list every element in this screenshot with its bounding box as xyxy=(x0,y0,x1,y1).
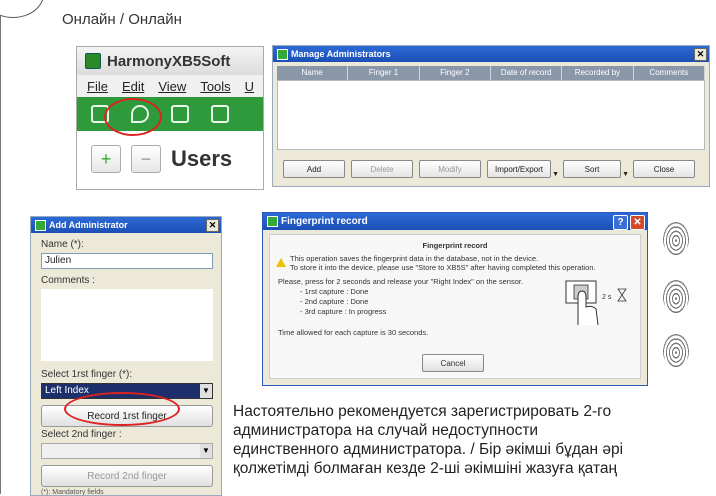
admins-table-header: Name Finger 1 Finger 2 Date of record Re… xyxy=(277,66,705,80)
fingerprint-heading: Fingerprint record xyxy=(422,241,488,250)
col-finger1[interactable]: Finger 1 xyxy=(348,66,420,80)
close-icon[interactable]: ✕ xyxy=(206,219,219,232)
warning-row: This operation saves the fingerprint dat… xyxy=(276,254,640,272)
window-buttons: ? ✕ xyxy=(613,215,645,230)
users-bar: + − Users xyxy=(77,131,263,173)
import-export-button[interactable]: Import/Export ▼ xyxy=(487,160,559,178)
paragraph-line-2: администратора на случай недоступности xyxy=(233,422,539,439)
highlight-ring-wrench xyxy=(104,98,162,136)
sort-label: Sort xyxy=(584,164,600,174)
name-label: Name (*): xyxy=(41,239,84,250)
window-icon xyxy=(267,216,278,227)
warning-text: This operation saves the fingerprint dat… xyxy=(290,254,596,272)
paragraph-line-3: единственного администратора. / Бір әкім… xyxy=(233,441,624,458)
manage-buttons: Add Delete Modify Import/Export ▼ Sort ▼ C… xyxy=(283,160,703,178)
dropdown-icon: ▼ xyxy=(552,171,559,178)
pointer-icon[interactable] xyxy=(171,105,189,123)
fingerprint-image-2 xyxy=(663,280,689,314)
record-second-finger-button[interactable]: Record 2nd finger xyxy=(41,465,213,487)
manage-title: Manage Administrators xyxy=(291,49,391,59)
app-icon xyxy=(85,53,101,69)
name-field[interactable]: Julien xyxy=(41,253,213,269)
close-icon[interactable]: ✕ xyxy=(694,48,707,61)
add-admin-title: Add Administrator xyxy=(49,220,128,230)
menu-bar: File Edit View Tools U xyxy=(77,75,263,97)
comments-label: Comments : xyxy=(41,275,95,286)
dropdown-icon: ▼ xyxy=(622,171,629,178)
add-user-button[interactable]: + xyxy=(91,145,121,173)
harmony-titlebar: HarmonyXB5Soft xyxy=(77,47,263,75)
first-finger-label: Select 1rst finger (*): xyxy=(41,369,133,380)
second-finger-select[interactable]: ▼ xyxy=(41,443,213,459)
window-icon xyxy=(35,219,46,231)
menu-edit[interactable]: Edit xyxy=(122,79,144,94)
device-icon[interactable] xyxy=(211,105,229,123)
first-finger-value: Left Index xyxy=(45,385,89,396)
highlight-ring-record xyxy=(64,392,180,426)
fingerprint-titlebar: Fingerprint record ? ✕ xyxy=(263,213,647,230)
add-button[interactable]: Add xyxy=(283,160,345,178)
help-icon[interactable]: ? xyxy=(613,215,628,230)
fingerprint-image-1 xyxy=(663,222,689,256)
instruction-paragraph: Настоятельно рекомендуется зарегистриров… xyxy=(233,402,713,478)
footnote: (*): Mandatory fields xyxy=(41,489,104,496)
time-note: Time allowed for each capture is 30 seco… xyxy=(278,328,429,337)
paragraph-line-1: Настоятельно рекомендуется зарегистриров… xyxy=(233,403,612,420)
sort-button[interactable]: Sort ▼ xyxy=(563,160,629,178)
col-date[interactable]: Date of record xyxy=(491,66,563,80)
delete-button[interactable]: Delete xyxy=(351,160,413,178)
comments-field[interactable] xyxy=(41,289,213,361)
col-name[interactable]: Name xyxy=(277,66,349,80)
add-admin-titlebar: Add Administrator ✕ xyxy=(31,217,221,233)
col-finger2[interactable]: Finger 2 xyxy=(420,66,491,80)
second-finger-label: Select 2nd finger : xyxy=(41,429,122,440)
close-icon[interactable]: ✕ xyxy=(630,215,645,230)
warning-line-2: To store it into the device, please use … xyxy=(290,263,596,272)
menu-view[interactable]: View xyxy=(158,79,186,94)
import-export-label: Import/Export xyxy=(494,164,543,174)
hourglass-icon xyxy=(617,288,627,302)
add-admin-window: Add Administrator ✕ Name (*): Julien Com… xyxy=(30,216,222,496)
cancel-button[interactable]: Cancel xyxy=(422,354,484,372)
col-recorded-by[interactable]: Recorded by xyxy=(562,66,634,80)
fingerprint-content: Fingerprint record This operation saves … xyxy=(269,234,641,379)
users-label: Users xyxy=(171,146,233,171)
fingerprint-window: Fingerprint record ? ✕ Fingerprint recor… xyxy=(262,212,648,386)
fingerprint-image-3 xyxy=(663,334,689,368)
chevron-down-icon: ▼ xyxy=(200,444,212,458)
menu-tools[interactable]: Tools xyxy=(200,79,230,94)
sensor-label: 2 s xyxy=(602,294,612,301)
section-title: Онлайн / Онлайн xyxy=(62,11,182,28)
chevron-down-icon: ▼ xyxy=(200,384,212,398)
modify-button[interactable]: Modify xyxy=(419,160,481,178)
manage-admins-window: Manage Administrators ✕ Name Finger 1 Fi… xyxy=(272,45,710,187)
sensor-illustration: 2 s xyxy=(565,280,627,326)
warning-line-1: This operation saves the fingerprint dat… xyxy=(290,254,539,263)
fingerprint-title: Fingerprint record xyxy=(281,216,368,227)
menu-u[interactable]: U xyxy=(245,79,254,94)
menu-file[interactable]: File xyxy=(87,79,108,94)
warning-icon xyxy=(276,258,286,267)
window-icon xyxy=(277,48,288,60)
app-title: HarmonyXB5Soft xyxy=(107,52,231,70)
paragraph-line-4: қолжетімді болмаған кезде 2-ші әкімшіні … xyxy=(233,460,618,477)
admins-table-body xyxy=(277,80,705,150)
manage-titlebar: Manage Administrators ✕ xyxy=(273,46,709,62)
remove-user-button[interactable]: − xyxy=(131,145,161,173)
col-comments[interactable]: Comments xyxy=(634,66,705,80)
close-button[interactable]: Close xyxy=(633,160,695,178)
